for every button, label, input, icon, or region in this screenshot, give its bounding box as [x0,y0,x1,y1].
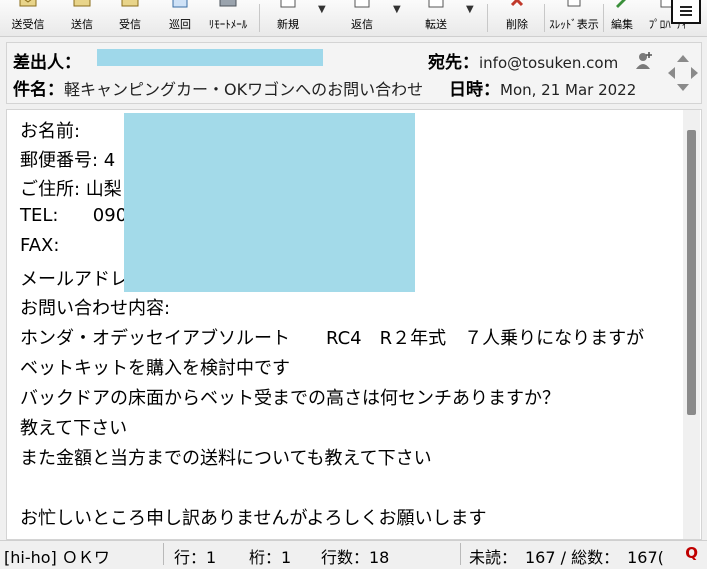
body-line: お名前: [20,121,81,142]
date-label: 日時： [449,80,500,100]
edit-icon [616,0,626,8]
message-body[interactable]: お名前: 郵便番号: 4 ご住所: 山梨 TEL: 090 FAX: メールアド… [6,109,702,540]
new-mail-dropdown-icon[interactable]: ▼ [318,4,326,15]
send-receive-icon [19,0,37,7]
status-separator [460,543,461,565]
vertical-scrollbar[interactable] [683,110,700,539]
body-line: FAX: [20,235,60,256]
thread-view-icon [567,0,581,7]
body-line: TEL: 090 [20,205,128,226]
reply-label: 返信 [351,18,373,31]
forward-button[interactable]: 転送 [414,0,458,34]
date-value: Mon, 21 Mar 2022 [500,81,637,99]
toolbar-separator [603,4,604,32]
body-line: お問い合わせ内容: [20,298,171,319]
body-line: ベットキットを購入を検討中です [20,358,290,379]
send-icon [73,0,91,7]
remote-mail-label: ﾘﾓｰﾄﾒｰﾙ [208,18,248,31]
remote-mail-icon [219,0,237,7]
receive-icon [121,0,139,7]
status-bar: [hi-ho] ＯＫワ 行：1 桁：1 行数：18 未読： 167 / 総数： … [0,540,707,569]
toolbar-separator [487,4,488,32]
send-receive-button[interactable]: 送受信 [6,0,50,34]
body-line: バックドアの床面からベット受までの高さは何センチありますか？ [20,388,560,409]
body-line: また金額と当方までの送料についても教えて下さい [20,448,432,469]
q-status-icon: Q [685,544,698,562]
patrol-button[interactable]: 巡回 [158,0,202,34]
from-redacted-block [97,49,323,66]
status-folder: [hi-ho] ＯＫワ [4,548,110,567]
scrollbar-thumb[interactable] [687,130,696,415]
reply-icon [354,0,370,8]
status-row: 行：1 [174,548,217,567]
toolbar-separator [259,4,260,32]
reply-button[interactable]: 返信 [340,0,384,34]
send-button[interactable]: 送信 [60,0,104,34]
status-message-counts: 未読： 167 / 総数： 167( [469,548,664,567]
body-line: ホンダ・オデッセイアブソルート RC4 R２年式 ７人乗りになりますが [20,328,645,349]
new-mail-icon [280,0,296,8]
message-header: 差出人： 宛先：info@tosuken.com 件名：軽キャンピングカー・OK… [6,42,702,104]
body-line: ご住所: 山梨 [20,179,122,200]
body-line: 教えて下さい [20,418,128,439]
status-col: 桁：1 [249,548,292,567]
toolbar-separator [544,4,545,32]
subject-label: 件名： [13,80,64,100]
from-label: 差出人： [13,53,81,73]
body-line: お忙しいところ申し訳ありませんがよろしくお願いします [20,508,487,529]
body-line: 郵便番号: 4 [20,150,116,171]
window-menu-icon[interactable] [671,0,701,24]
delete-label: 削除 [506,18,528,31]
to-value: info@tosuken.com [479,54,619,72]
forward-icon [428,0,444,8]
send-receive-label: 送受信 [11,18,45,31]
receive-button[interactable]: 受信 [108,0,152,34]
delete-button[interactable]: 削除 [495,0,539,34]
to-label: 宛先： [428,53,479,73]
status-separator [163,543,164,565]
thread-view-label: ｽﾚｯﾄﾞ表示 [549,18,599,31]
toolbar: 送受信 送信 受信 巡回 ﾘﾓｰﾄﾒｰﾙ 新規 ▼ 返信 ▼ 転送 ▼ 削除 ｽ… [0,0,707,37]
edit-button[interactable]: 編集 [606,0,638,34]
edit-label: 編集 [611,18,633,31]
message-navigation-icon[interactable] [666,53,700,93]
patrol-label: 巡回 [169,18,191,31]
status-line-count: 行数：18 [321,548,390,567]
forward-label: 転送 [425,18,447,31]
subject-value: 軽キャンピングカー・OKワゴンへのお問い合わせ [64,80,424,99]
new-mail-button[interactable]: 新規 [266,0,310,34]
send-label: 送信 [71,18,93,31]
new-mail-label: 新規 [277,18,299,31]
forward-dropdown-icon[interactable]: ▼ [466,4,474,15]
personal-info-redacted-block [124,113,415,292]
receive-label: 受信 [119,18,141,31]
thread-view-button[interactable]: ｽﾚｯﾄﾞ表示 [548,0,600,34]
patrol-icon [172,0,188,8]
add-contact-icon[interactable] [634,51,654,71]
reply-dropdown-icon[interactable]: ▼ [393,4,401,15]
delete-icon [510,0,524,7]
remote-mail-button[interactable]: ﾘﾓｰﾄﾒｰﾙ [202,0,254,34]
